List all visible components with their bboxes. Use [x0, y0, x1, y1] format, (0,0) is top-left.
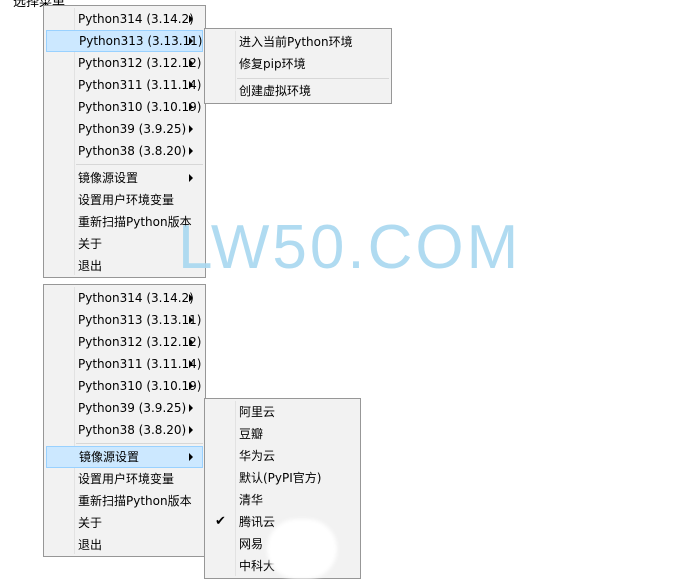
menu-item-label: Python311 (3.11.14) — [78, 78, 202, 92]
mirror-item-douban[interactable]: 豆瓣 — [207, 423, 358, 445]
menu-item-label: 默认(PyPI官方) — [239, 471, 322, 485]
menu-item-label: 创建虚拟环境 — [239, 84, 312, 98]
submenu-arrow-icon — [189, 426, 193, 434]
menu-item-python310[interactable]: Python310 (3.10.19) — [46, 96, 203, 118]
menu-item-label: 关于 — [78, 237, 103, 251]
menu-item-label: 阿里云 — [239, 405, 276, 419]
menu-item-label: 华为云 — [239, 449, 276, 463]
menu-item-label: 镜像源设置 — [79, 450, 140, 464]
mirror-item-tsinghua[interactable]: 清华 — [207, 489, 358, 511]
submenu-arrow-icon — [189, 404, 193, 412]
menu-item-label: Python313 (3.13.11) — [78, 313, 202, 327]
menu-item-python313[interactable]: Python313 (3.13.11) — [46, 309, 203, 331]
menu-item-mirror-settings[interactable]: 镜像源设置 — [46, 167, 203, 189]
mirror-item-pypi-default[interactable]: 默认(PyPI官方) — [207, 467, 358, 489]
menu-item-label: 镜像源设置 — [78, 171, 139, 185]
menu-separator — [76, 443, 203, 444]
menu-item-python314[interactable]: Python314 (3.14.2) — [46, 8, 203, 30]
submenu-arrow-icon — [189, 103, 193, 111]
menu-item-rescan[interactable]: 重新扫描Python版本 — [46, 211, 203, 233]
menu-item-label: Python314 (3.14.2) — [78, 291, 194, 305]
submenu-arrow-icon — [189, 37, 193, 45]
tray-context-menu-bottom: Python314 (3.14.2) Python313 (3.13.11) P… — [43, 284, 206, 557]
menu-item-python38[interactable]: Python38 (3.8.20) — [46, 140, 203, 162]
menu-item-python311[interactable]: Python311 (3.11.14) — [46, 74, 203, 96]
python-env-submenu: 进入当前Python环境 修复pip环境 创建虚拟环境 — [204, 28, 392, 104]
menu-item-label: 退出 — [78, 259, 103, 273]
menu-item-python312[interactable]: Python312 (3.12.12) — [46, 331, 203, 353]
submenu-arrow-icon — [189, 15, 193, 23]
menu-item-label: 清华 — [239, 493, 264, 507]
menu-item-label: 重新扫描Python版本 — [78, 494, 192, 508]
menu-item-mirror-settings[interactable]: 镜像源设置 — [46, 446, 203, 468]
checkmark-icon: ✔ — [215, 514, 226, 529]
menu-item-label: 修复pip环境 — [239, 57, 306, 71]
submenu-arrow-icon — [189, 59, 193, 67]
submenu-arrow-icon — [189, 360, 193, 368]
menu-item-label: Python313 (3.13.11) — [79, 34, 203, 48]
menu-item-label: Python39 (3.9.25) — [78, 122, 187, 136]
menu-item-python39[interactable]: Python39 (3.9.25) — [46, 118, 203, 140]
menu-item-about[interactable]: 关于 — [46, 512, 203, 534]
menu-item-label: 退出 — [78, 538, 103, 552]
mirror-item-aliyun[interactable]: 阿里云 — [207, 401, 358, 423]
menu-item-python311[interactable]: Python311 (3.11.14) — [46, 353, 203, 375]
watermark: LW50.COM — [178, 213, 522, 282]
menu-item-label: Python312 (3.12.12) — [78, 56, 202, 70]
menu-item-python312[interactable]: Python312 (3.12.12) — [46, 52, 203, 74]
menu-item-label: 网易 — [239, 537, 264, 551]
menu-item-label: 设置用户环境变量 — [78, 472, 175, 486]
submenu-arrow-icon — [189, 125, 193, 133]
menu-item-label: Python39 (3.9.25) — [78, 401, 187, 415]
menu-separator — [237, 78, 389, 79]
menu-item-set-user-env[interactable]: 设置用户环境变量 — [46, 189, 203, 211]
menu-item-python38[interactable]: Python38 (3.8.20) — [46, 419, 203, 441]
submenu-arrow-icon — [189, 382, 193, 390]
menu-item-exit[interactable]: 退出 — [46, 534, 203, 556]
menu-item-label: 进入当前Python环境 — [239, 35, 353, 49]
menu-item-python313[interactable]: Python313 (3.13.11) — [46, 30, 203, 52]
menu-item-python39[interactable]: Python39 (3.9.25) — [46, 397, 203, 419]
submenu-arrow-icon — [189, 174, 193, 182]
menu-item-label: Python310 (3.10.19) — [78, 100, 202, 114]
submenu-arrow-icon — [189, 147, 193, 155]
menu-item-python310[interactable]: Python310 (3.10.19) — [46, 375, 203, 397]
menu-item-label: 重新扫描Python版本 — [78, 215, 192, 229]
submenu-arrow-icon — [189, 294, 193, 302]
submenu-arrow-icon — [189, 453, 193, 461]
menu-item-label: 设置用户环境变量 — [78, 193, 175, 207]
menu-item-label: Python310 (3.10.19) — [78, 379, 202, 393]
menu-item-set-user-env[interactable]: 设置用户环境变量 — [46, 468, 203, 490]
menu-separator — [76, 164, 203, 165]
menu-item-label: Python314 (3.14.2) — [78, 12, 194, 26]
menu-item-label: Python38 (3.8.20) — [78, 423, 187, 437]
menu-item-about[interactable]: 关于 — [46, 233, 203, 255]
submenu-arrow-icon — [189, 338, 193, 346]
submenu-arrow-icon — [189, 81, 193, 89]
menu-item-label: Python312 (3.12.12) — [78, 335, 202, 349]
menu-item-python314[interactable]: Python314 (3.14.2) — [46, 287, 203, 309]
menu-item-label: 豆瓣 — [239, 427, 264, 441]
menu-item-rescan[interactable]: 重新扫描Python版本 — [46, 490, 203, 512]
menu-item-label: Python38 (3.8.20) — [78, 144, 187, 158]
mirror-item-huawei[interactable]: 华为云 — [207, 445, 358, 467]
submenu-item-enter-env[interactable]: 进入当前Python环境 — [207, 31, 389, 53]
menu-item-label: Python311 (3.11.14) — [78, 357, 202, 371]
menu-item-label: 腾讯云 — [239, 515, 276, 529]
tray-context-menu-top: Python314 (3.14.2) Python313 (3.13.11) P… — [43, 5, 206, 278]
smudge-overlay — [267, 519, 337, 579]
submenu-item-create-venv[interactable]: 创建虚拟环境 — [207, 80, 389, 102]
menu-item-exit[interactable]: 退出 — [46, 255, 203, 277]
submenu-arrow-icon — [189, 316, 193, 324]
submenu-item-repair-pip[interactable]: 修复pip环境 — [207, 53, 389, 75]
menu-item-label: 关于 — [78, 516, 103, 530]
mirror-submenu: 阿里云 豆瓣 华为云 默认(PyPI官方) 清华 ✔ 腾讯云 网易 中科大 — [204, 398, 361, 579]
